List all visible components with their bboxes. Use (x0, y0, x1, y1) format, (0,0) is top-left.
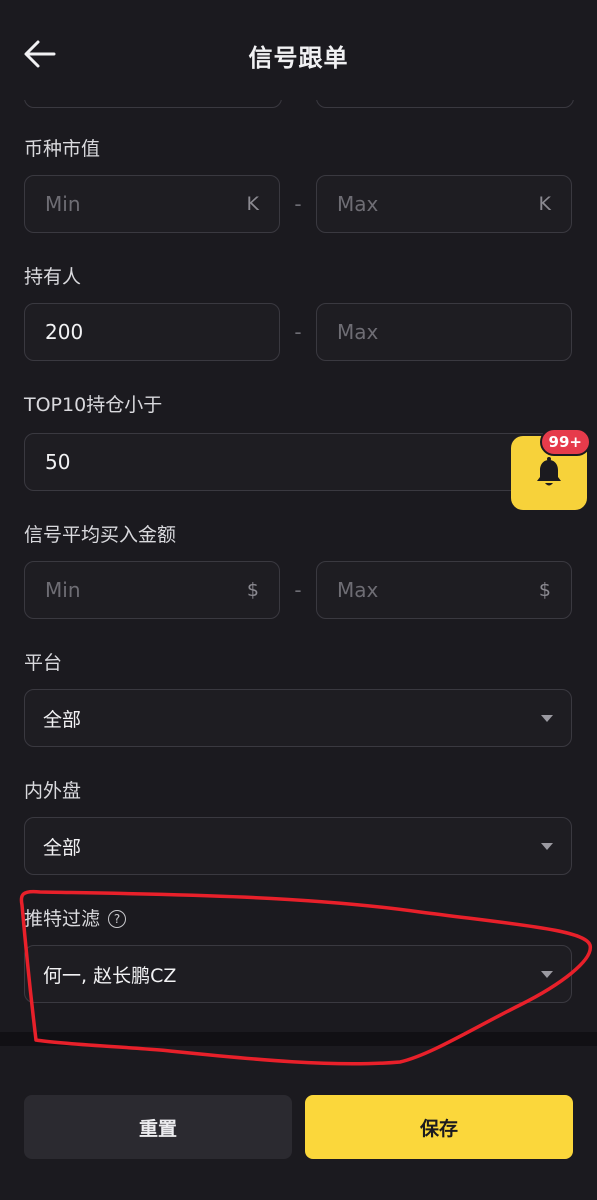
top10-value: 50 (45, 450, 71, 474)
platform-select[interactable]: 全部 (24, 689, 572, 747)
holders-label: 持有人 (24, 266, 82, 288)
market-cap-min-placeholder: Min (45, 192, 81, 216)
avg-buy-max-input[interactable]: Max $ (316, 561, 572, 619)
app-header: 信号跟单 (0, 0, 597, 100)
market-cap-min-unit: K (246, 193, 259, 215)
avg-buy-min-placeholder: Min (45, 578, 81, 602)
footer-divider (0, 1032, 597, 1046)
holders-min-value: 200 (45, 320, 84, 344)
holders-max-input[interactable]: Max (316, 303, 572, 361)
platform-selected-value: 全部 (43, 708, 82, 731)
avg-buy-max-placeholder: Max (337, 578, 379, 602)
holders-max-placeholder: Max (337, 320, 379, 344)
avg-buy-separator: - (294, 578, 302, 602)
signal-copy-trade-page: 信号跟单 币种市值 Min K - Max K 持有人 200 - Max TO… (0, 0, 597, 1200)
market-cap-separator: - (294, 192, 302, 216)
bell-icon (537, 457, 561, 486)
notification-bell-button[interactable]: 99+ (511, 428, 591, 510)
pool-select[interactable]: 全部 (24, 817, 572, 875)
market-cap-max-unit: K (538, 193, 551, 215)
platform-label: 平台 (24, 652, 63, 674)
pool-selected-value: 全部 (43, 836, 82, 859)
top10-label: TOP10持仓小于 (24, 394, 163, 416)
page-title: 信号跟单 (248, 44, 349, 72)
market-cap-min-input[interactable]: Min K (24, 175, 280, 233)
holders-separator: - (294, 320, 302, 344)
notification-badge: 99+ (539, 428, 591, 456)
avg-buy-min-input[interactable]: Min $ (24, 561, 280, 619)
save-button[interactable]: 保存 (305, 1095, 573, 1159)
twitter-filter-select[interactable]: 何一, 赵长鹏CZ (24, 945, 572, 1003)
footer-bar: 重置 保存 (0, 1046, 597, 1200)
chevron-down-icon (541, 970, 553, 978)
market-cap-max-placeholder: Max (337, 192, 379, 216)
holders-min-input[interactable]: 200 (24, 303, 280, 361)
market-cap-max-input[interactable]: Max K (316, 175, 572, 233)
help-icon[interactable]: ? (108, 910, 127, 928)
twitter-filter-label-row: 推特过滤? (24, 904, 127, 931)
reset-button[interactable]: 重置 (24, 1095, 292, 1159)
avg-buy-label: 信号平均买入金额 (24, 524, 177, 546)
twitter-filter-selected-value: 何一, 赵长鹏CZ (43, 964, 177, 987)
avg-buy-max-unit: $ (538, 579, 551, 601)
market-cap-label: 币种市值 (24, 138, 101, 160)
chevron-down-icon (541, 714, 553, 722)
twitter-filter-label: 推特过滤 (24, 908, 101, 930)
chevron-down-icon (541, 842, 553, 850)
top10-input[interactable]: 50 (24, 433, 572, 491)
avg-buy-min-unit: $ (246, 579, 259, 601)
pool-label: 内外盘 (24, 780, 82, 802)
